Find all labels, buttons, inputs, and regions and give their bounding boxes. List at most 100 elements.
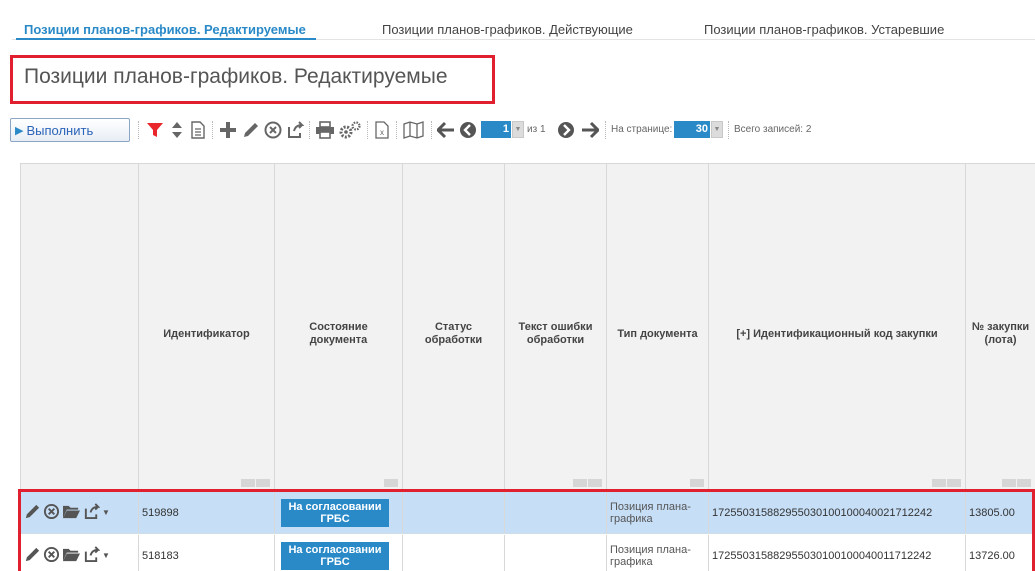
run-button[interactable]: ▶ Выполнить xyxy=(10,118,130,142)
edit-pencil-icon[interactable] xyxy=(24,546,41,566)
column-header-doc-type[interactable]: Тип документа xyxy=(607,164,709,492)
column-header-doc-state[interactable]: Состояние документа xyxy=(275,164,403,492)
tab-active[interactable]: Позиции планов-графиков. Действующие xyxy=(382,22,633,37)
sort-asc-icon[interactable] xyxy=(241,479,255,487)
play-icon: ▶ xyxy=(15,124,24,137)
map-icon[interactable] xyxy=(401,119,427,141)
share-icon[interactable] xyxy=(83,545,101,566)
status-badge: На согласовании ГРБС xyxy=(281,541,389,570)
ikz-cell: 172550315882955030100100040021712242 xyxy=(709,492,966,533)
ikz-cell: 172550315882955030100100040011712242 xyxy=(709,535,966,571)
toolbar-separator xyxy=(212,121,213,139)
ikz-value: 172550315882955030100100040011712242 xyxy=(712,549,932,562)
doc-type-value: Позиция плана-графика xyxy=(610,543,691,568)
delete-circle-icon[interactable] xyxy=(43,546,60,566)
filter-dropdown-icon[interactable] xyxy=(384,479,398,487)
sort-asc-icon[interactable] xyxy=(1002,479,1016,487)
toolbar: ▶ Выполнить x 1 ▼ из 1 На странице: 30 ▼… xyxy=(10,115,1035,145)
identifier-cell: 518183 xyxy=(139,535,275,571)
toolbar-separator xyxy=(431,121,432,139)
title-highlight-box: Позиции планов-графиков. Редактируемые xyxy=(10,55,495,104)
column-header-error-text[interactable]: Текст ошибки обработки xyxy=(505,164,607,492)
identifier-value: 519898 xyxy=(142,506,179,519)
doc-state-cell: На согласовании ГРБС xyxy=(275,492,403,533)
total-records-text: Всего записей: 2 xyxy=(734,124,812,135)
folder-open-icon[interactable] xyxy=(62,503,81,523)
run-button-label: Выполнить xyxy=(26,122,94,138)
next-page-circle-icon[interactable] xyxy=(555,119,577,141)
column-header-proc-status[interactable]: Статус обработки xyxy=(403,164,505,492)
column-header-label: [+] Идентификационный код закупки xyxy=(736,327,938,340)
per-page-input[interactable]: 30 xyxy=(674,121,710,138)
column-header-identifier[interactable]: Идентификатор xyxy=(139,164,275,492)
document-icon[interactable] xyxy=(187,119,209,141)
print-icon[interactable] xyxy=(314,119,336,141)
lot-number-cell: 13726.00 xyxy=(966,535,1035,571)
sort-icon[interactable] xyxy=(166,119,188,141)
toolbar-separator xyxy=(138,121,139,139)
sort-asc-icon[interactable] xyxy=(932,479,946,487)
status-badge: На согласовании ГРБС xyxy=(281,498,389,527)
identifier-cell: 519898 xyxy=(139,492,275,533)
filter-dropdown-icon[interactable] xyxy=(690,479,704,487)
edit-pencil-icon[interactable] xyxy=(24,503,41,523)
per-page-label: На странице: xyxy=(611,124,673,135)
ikz-value: 172550315882955030100100040021712242 xyxy=(712,506,933,519)
delete-circle-icon[interactable] xyxy=(262,119,284,141)
tab-editable[interactable]: Позиции планов-графиков. Редактируемые xyxy=(16,22,316,40)
svg-text:x: x xyxy=(380,128,384,137)
data-grid: Идентификатор Состояние документа Статус… xyxy=(20,163,1035,571)
lot-number-cell: 13805.00 xyxy=(966,492,1035,533)
column-header-label: Текст ошибки обработки xyxy=(518,321,593,346)
row-actions-cell: ▼ xyxy=(21,535,139,571)
proc-status-cell xyxy=(403,535,505,571)
column-header-label: № закупки (лота) xyxy=(971,321,1030,346)
toolbar-separator xyxy=(309,121,310,139)
lot-number-value: 13805.00 xyxy=(969,506,1015,519)
doc-type-cell: Позиция плана-графика xyxy=(607,492,709,533)
sort-desc-icon[interactable] xyxy=(1017,479,1031,487)
settings-gears-icon[interactable] xyxy=(337,119,363,141)
page-of-text: из 1 xyxy=(527,124,546,135)
sort-desc-icon[interactable] xyxy=(947,479,961,487)
add-icon[interactable] xyxy=(217,119,239,141)
table-row[interactable]: ▼ 519898 На согласовании ГРБС Позиция пл… xyxy=(21,492,1035,534)
share-icon[interactable] xyxy=(83,502,101,523)
row-actions-cell: ▼ xyxy=(21,492,139,533)
excel-export-icon[interactable]: x xyxy=(371,119,393,141)
toolbar-separator xyxy=(396,121,397,139)
last-page-arrow-icon[interactable] xyxy=(579,119,601,141)
error-text-cell xyxy=(505,492,607,533)
tab-bar: Позиции планов-графиков. Редактируемые П… xyxy=(12,0,1035,40)
identifier-value: 518183 xyxy=(142,549,179,562)
error-text-cell xyxy=(505,535,607,571)
column-header-label: Статус обработки xyxy=(424,321,483,346)
table-row[interactable]: ▼ 518183 На согласовании ГРБС Позиция пл… xyxy=(21,535,1035,571)
column-header-label: Состояние документа xyxy=(309,321,368,346)
prev-page-circle-icon[interactable] xyxy=(457,119,479,141)
sort-desc-icon[interactable] xyxy=(588,479,602,487)
chevron-down-icon[interactable]: ▼ xyxy=(102,508,110,517)
column-header-ikz[interactable]: [+] Идентификационный код закупки xyxy=(709,164,966,492)
chevron-down-icon[interactable]: ▼ xyxy=(102,551,110,560)
column-header-label: Идентификатор xyxy=(163,327,250,340)
doc-type-cell: Позиция плана-графика xyxy=(607,535,709,571)
doc-state-cell: На согласовании ГРБС xyxy=(275,535,403,571)
share-icon[interactable] xyxy=(284,119,306,141)
sort-asc-icon[interactable] xyxy=(573,479,587,487)
lot-number-value: 13726.00 xyxy=(969,549,1015,562)
page-dropdown-arrow[interactable]: ▼ xyxy=(512,121,524,138)
column-header-label: Тип документа xyxy=(617,327,698,340)
edit-pencil-icon[interactable] xyxy=(240,119,262,141)
per-page-dropdown-arrow[interactable]: ▼ xyxy=(711,121,723,138)
delete-circle-icon[interactable] xyxy=(43,503,60,523)
first-page-arrow-icon[interactable] xyxy=(435,119,457,141)
filter-icon[interactable] xyxy=(144,119,166,141)
proc-status-cell xyxy=(403,492,505,533)
sort-desc-icon[interactable] xyxy=(256,479,270,487)
tab-outdated[interactable]: Позиции планов-графиков. Устаревшие xyxy=(704,22,944,37)
column-header-label xyxy=(21,294,138,374)
page-number-input[interactable]: 1 xyxy=(481,121,511,138)
column-header-lot-number[interactable]: № закупки (лота) xyxy=(966,164,1035,492)
folder-open-icon[interactable] xyxy=(62,546,81,566)
